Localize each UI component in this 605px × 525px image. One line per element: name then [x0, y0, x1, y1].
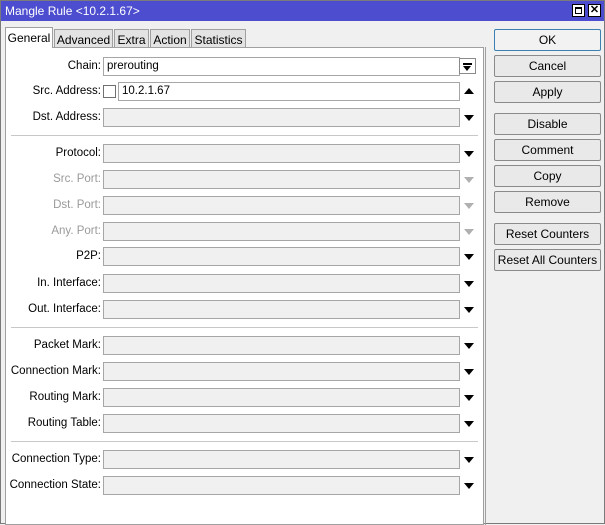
- reset-all-counters-button[interactable]: Reset All Counters: [494, 249, 601, 271]
- p2p-label: P2P:: [76, 250, 101, 262]
- connection-type-row: Connection Type:: [6, 450, 485, 470]
- src-port-field: [103, 170, 460, 189]
- any-port-label: Any. Port:: [51, 225, 101, 237]
- protocol-row: Protocol:: [6, 144, 485, 164]
- tab-action[interactable]: Action: [150, 29, 190, 48]
- close-icon[interactable]: ✕: [588, 4, 601, 17]
- window-title: Mangle Rule <10.2.1.67>: [5, 4, 140, 18]
- connection-type-label: Connection Type:: [11, 453, 101, 465]
- src-address-row: Src. Address: 10.2.1.67: [6, 82, 485, 102]
- expand-down-icon: [464, 229, 474, 235]
- routing-table-field[interactable]: [103, 414, 460, 433]
- chain-field[interactable]: prerouting: [103, 57, 460, 76]
- p2p-field[interactable]: [103, 247, 460, 266]
- out-interface-label: Out. Interface:: [28, 303, 101, 315]
- routing-mark-field[interactable]: [103, 388, 460, 407]
- connection-state-row: Connection State:: [6, 476, 485, 496]
- title-bar[interactable]: Mangle Rule <10.2.1.67> ✕: [1, 1, 604, 21]
- chain-label: Chain:: [67, 60, 101, 72]
- chain-row: Chain: prerouting: [6, 57, 485, 77]
- comment-button[interactable]: Comment: [494, 139, 601, 161]
- src-address-value: 10.2.1.67: [122, 85, 170, 97]
- routing-mark-label: Routing Mark:: [29, 391, 101, 403]
- in-interface-field[interactable]: [103, 274, 460, 293]
- src-address-label: Src. Address:: [32, 85, 101, 97]
- packet-mark-field[interactable]: [103, 336, 460, 355]
- protocol-label: Protocol:: [55, 147, 101, 159]
- src-port-label: Src. Port:: [53, 173, 101, 185]
- divider: [11, 441, 478, 442]
- out-interface-field[interactable]: [103, 300, 460, 319]
- any-port-row: Any. Port:: [6, 222, 485, 242]
- in-interface-row: In. Interface:: [6, 274, 485, 294]
- connection-mark-row: Connection Mark:: [6, 362, 485, 382]
- dst-port-field: [103, 196, 460, 215]
- p2p-row: P2P:: [6, 247, 485, 267]
- expand-down-icon: [464, 203, 474, 209]
- copy-button[interactable]: Copy: [494, 165, 601, 187]
- ok-button[interactable]: OK: [494, 29, 601, 51]
- out-interface-row: Out. Interface:: [6, 300, 485, 320]
- any-port-field: [103, 222, 460, 241]
- expand-down-icon[interactable]: [464, 483, 474, 489]
- routing-mark-row: Routing Mark:: [6, 388, 485, 408]
- expand-down-icon[interactable]: [464, 343, 474, 349]
- connection-state-field[interactable]: [103, 476, 460, 495]
- tab-extra[interactable]: Extra: [114, 29, 149, 48]
- routing-table-row: Routing Table:: [6, 414, 485, 434]
- remove-button[interactable]: Remove: [494, 191, 601, 213]
- packet-mark-row: Packet Mark:: [6, 336, 485, 356]
- expand-down-icon[interactable]: [464, 151, 474, 157]
- connection-state-label: Connection State:: [9, 479, 101, 491]
- in-interface-label: In. Interface:: [37, 277, 101, 289]
- cancel-button[interactable]: Cancel: [494, 55, 601, 77]
- mangle-rule-window: Mangle Rule <10.2.1.67> ✕ General Advanc…: [0, 0, 605, 525]
- dst-address-field[interactable]: [103, 108, 460, 127]
- dst-address-label: Dst. Address:: [32, 111, 101, 123]
- src-address-field[interactable]: 10.2.1.67: [118, 82, 460, 101]
- packet-mark-label: Packet Mark:: [33, 339, 101, 351]
- maximize-icon[interactable]: [572, 4, 585, 17]
- routing-table-label: Routing Table:: [27, 417, 101, 429]
- apply-button[interactable]: Apply: [494, 81, 601, 103]
- connection-type-field[interactable]: [103, 450, 460, 469]
- expand-down-icon[interactable]: [464, 254, 474, 260]
- src-address-negate-checkbox[interactable]: [103, 85, 116, 98]
- dst-port-label: Dst. Port:: [53, 199, 101, 211]
- connection-mark-field[interactable]: [103, 362, 460, 381]
- src-port-row: Src. Port:: [6, 170, 485, 190]
- expand-down-icon[interactable]: [464, 457, 474, 463]
- chain-value: prerouting: [107, 60, 159, 72]
- protocol-field[interactable]: [103, 144, 460, 163]
- tab-statistics[interactable]: Statistics: [191, 29, 246, 48]
- tab-general[interactable]: General: [5, 27, 53, 48]
- expand-down-icon[interactable]: [464, 115, 474, 121]
- dst-address-row: Dst. Address:: [6, 108, 485, 128]
- chain-dropdown-icon[interactable]: [459, 58, 476, 74]
- expand-down-icon[interactable]: [464, 307, 474, 313]
- reset-counters-button[interactable]: Reset Counters: [494, 223, 601, 245]
- connection-mark-label: Connection Mark:: [10, 365, 101, 377]
- collapse-up-icon[interactable]: [464, 88, 474, 94]
- expand-down-icon[interactable]: [464, 421, 474, 427]
- divider: [11, 327, 478, 328]
- disable-button[interactable]: Disable: [494, 113, 601, 135]
- divider: [11, 135, 478, 136]
- panel-divider: [485, 47, 486, 525]
- expand-down-icon[interactable]: [464, 395, 474, 401]
- expand-down-icon[interactable]: [464, 281, 474, 287]
- dst-port-row: Dst. Port:: [6, 196, 485, 216]
- tab-advanced[interactable]: Advanced: [54, 29, 113, 48]
- general-panel: Chain: prerouting Src. Address: 10.2.1.6…: [5, 47, 484, 525]
- expand-down-icon[interactable]: [464, 369, 474, 375]
- expand-down-icon: [464, 177, 474, 183]
